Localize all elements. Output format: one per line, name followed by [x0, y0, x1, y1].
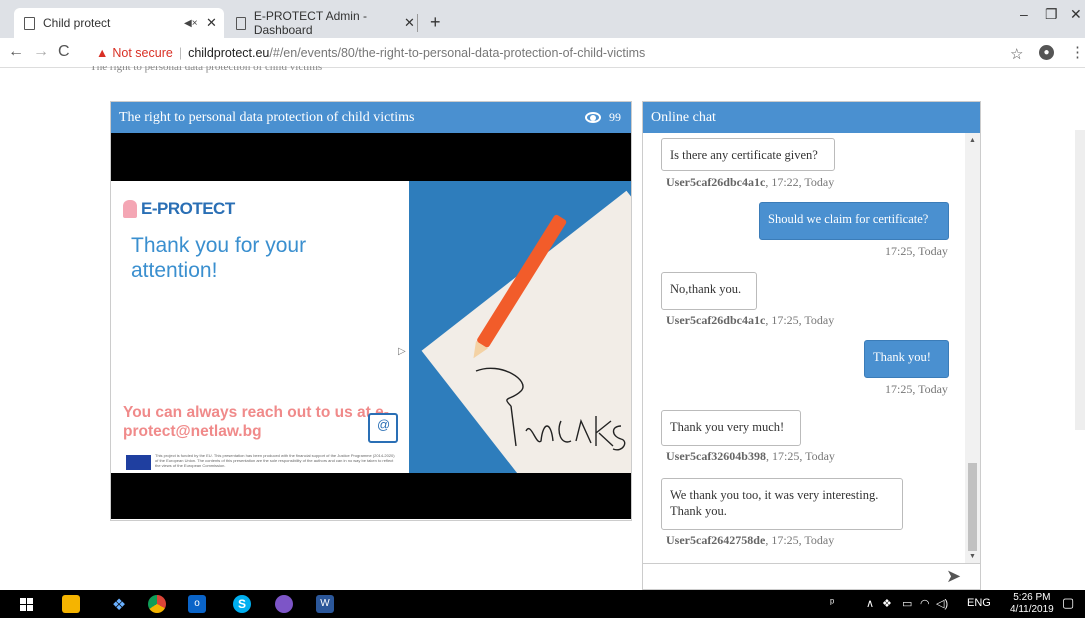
- chat-time: , 17:25, Today: [765, 313, 835, 327]
- chat-user: User5caf26dbc4a1c: [666, 175, 766, 189]
- forward-icon[interactable]: →: [33, 43, 49, 61]
- volume-icon[interactable]: ◁): [936, 597, 948, 610]
- chat-time: , 17:22, Today: [765, 175, 835, 189]
- chat-scrollbar[interactable]: ▲ ▼: [965, 133, 980, 563]
- chat-input[interactable]: ➤: [643, 563, 980, 589]
- chat-message-meta: 17:25, Today: [885, 382, 948, 396]
- chat-user: User5caf32604b398: [666, 449, 766, 463]
- slide-thanks-text: Thank you for your attention!: [131, 234, 307, 282]
- window-close-icon[interactable]: ✕: [1070, 6, 1082, 23]
- scroll-up-icon[interactable]: ▲: [969, 137, 976, 144]
- windows-start-icon[interactable]: [20, 598, 33, 611]
- video-panel: The right to personal data protection of…: [110, 101, 632, 521]
- address-bar-row: ← → C ▲ Not secure | childprotect.eu /#/…: [0, 38, 1085, 68]
- logo-text: E-PROTECT: [141, 199, 235, 218]
- view-count: 99: [609, 110, 621, 124]
- clock[interactable]: 5:26 PM 4/11/2019: [1010, 592, 1054, 616]
- clock-date: 4/11/2019: [1010, 604, 1054, 615]
- minimize-icon[interactable]: –: [1020, 6, 1028, 22]
- close-tab-icon[interactable]: ✕: [206, 15, 217, 31]
- chat-header: Online chat: [643, 102, 980, 133]
- chat-messages[interactable]: Is there any certificate given? User5caf…: [643, 133, 965, 563]
- chat-user: User5caf26dbc4a1c: [666, 313, 766, 327]
- account-icon[interactable]: ●: [1039, 45, 1054, 60]
- slide-disclaimer: This project is funded by the EU. This p…: [155, 453, 395, 468]
- video-header: The right to personal data protection of…: [111, 102, 631, 133]
- url-path: /#/en/events/80/the-right-to-personal-da…: [269, 46, 646, 60]
- chat-message-meta: User5caf26dbc4a1c, 17:22, Today: [666, 175, 834, 190]
- scroll-down-icon[interactable]: ▼: [969, 553, 976, 560]
- mail-icon: [368, 413, 398, 443]
- browser-tab-bar: Child protect ◀× ✕ E-PROTECT Admin - Das…: [0, 0, 1085, 38]
- viber-icon[interactable]: [275, 595, 293, 613]
- clock-time: 5:26 PM: [1013, 592, 1051, 603]
- chat-message: Is there any certificate given?: [661, 138, 835, 171]
- tab-separator: [417, 14, 418, 32]
- file-explorer-icon[interactable]: [62, 595, 80, 613]
- chat-message-meta: 17:25, Today: [885, 244, 948, 258]
- new-tab-icon[interactable]: +: [430, 12, 441, 33]
- chat-message-meta: User5caf2642758de, 17:25, Today: [666, 533, 834, 548]
- page-icon: [236, 16, 246, 30]
- video-title: The right to personal data protection of…: [119, 110, 415, 125]
- tab-title: Child protect: [43, 16, 111, 30]
- windows-taskbar: ❖ o S W ᵖ ∧ ❖ ▭ ◠ ◁) ENG 5:26 PM 4/11/20…: [0, 590, 1085, 618]
- language-indicator[interactable]: ENG: [967, 597, 991, 609]
- eprotect-logo: E-PROTECT: [123, 199, 235, 219]
- online-chat-panel: Online chat Is there any certificate giv…: [642, 101, 981, 590]
- battery-icon[interactable]: ▭: [902, 597, 912, 610]
- url-divider: |: [178, 46, 183, 60]
- back-icon[interactable]: ←: [8, 43, 24, 61]
- reload-icon[interactable]: C: [58, 43, 70, 61]
- chat-message-own: Thank you!: [864, 340, 949, 378]
- chat-message-own: Should we claim for certificate?: [759, 202, 949, 240]
- dropbox-tray-icon[interactable]: ❖: [882, 597, 892, 610]
- slide-contact-text: You can always reach out to us at e-prot…: [123, 404, 389, 440]
- skype-icon[interactable]: S: [233, 595, 251, 613]
- chat-message-meta: User5caf32604b398, 17:25, Today: [666, 449, 835, 464]
- url-field[interactable]: ▲ Not secure | childprotect.eu /#/en/eve…: [96, 41, 996, 65]
- send-icon[interactable]: ➤: [946, 566, 961, 587]
- people-icon[interactable]: ᵖ: [830, 597, 834, 609]
- dropbox-icon[interactable]: ❖: [110, 595, 128, 614]
- notifications-icon[interactable]: ▢: [1062, 595, 1074, 611]
- show-hidden-icons-icon[interactable]: ∧: [866, 597, 874, 610]
- close-tab-icon[interactable]: ✕: [404, 15, 415, 31]
- outlook-icon[interactable]: o: [188, 595, 206, 613]
- browser-menu-icon[interactable]: ⋮: [1070, 43, 1085, 61]
- word-icon[interactable]: W: [316, 595, 334, 613]
- eu-flag-icon: [126, 455, 151, 470]
- speaker-mute-icon[interactable]: ◀×: [184, 18, 198, 29]
- video-player[interactable]: E-PROTECT Thank you for your attention! …: [111, 133, 631, 519]
- tab-admin-dashboard[interactable]: E-PROTECT Admin - Dashboard ✕: [226, 8, 416, 38]
- page-heading-cut: The right to personal data protection of…: [90, 66, 323, 73]
- eye-icon: [585, 112, 601, 123]
- scroll-thumb[interactable]: [968, 463, 977, 551]
- chat-message: No,thank you.: [661, 272, 757, 310]
- thanks-handwriting-icon: [475, 367, 626, 451]
- chat-message: Thank you very much!: [661, 410, 801, 446]
- chat-time: , 17:25, Today: [765, 533, 835, 547]
- wifi-icon[interactable]: ◠: [920, 597, 930, 610]
- warning-icon: ▲: [96, 46, 109, 60]
- chat-message: We thank you too, it was very interestin…: [661, 478, 903, 530]
- bookmark-star-icon[interactable]: ☆: [1010, 45, 1023, 63]
- presentation-slide: E-PROTECT Thank you for your attention! …: [111, 181, 631, 473]
- mouse-cursor-icon: ▷: [398, 346, 406, 357]
- page-icon: [24, 16, 35, 30]
- chat-user: User5caf2642758de: [666, 533, 766, 547]
- ribbon-icon: [123, 200, 137, 218]
- chat-message-meta: User5caf26dbc4a1c, 17:25, Today: [666, 313, 834, 328]
- security-status[interactable]: Not secure: [112, 46, 172, 60]
- chrome-icon[interactable]: [148, 595, 166, 613]
- url-host: childprotect.eu: [188, 46, 270, 60]
- tab-child-protect[interactable]: Child protect ◀× ✕: [14, 8, 224, 38]
- chat-time: , 17:25, Today: [765, 449, 835, 463]
- tab-title: E-PROTECT Admin - Dashboard: [253, 9, 367, 37]
- restore-icon[interactable]: ❐: [1045, 6, 1058, 23]
- page-scrollbar[interactable]: [1075, 130, 1085, 430]
